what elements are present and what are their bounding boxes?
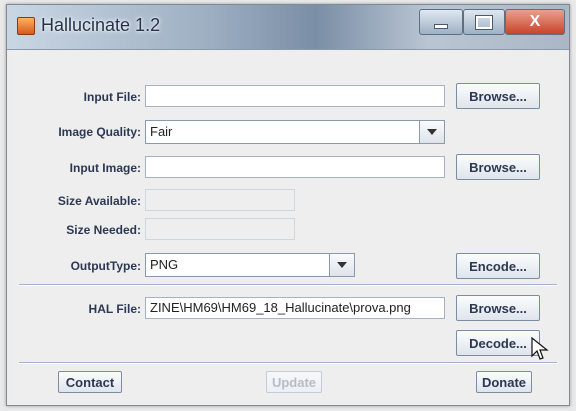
size-available-label: Size Available: xyxy=(57,194,141,208)
main-panel: Input File: Browse... Image Quality: Fai… xyxy=(11,51,565,401)
input-image-field[interactable] xyxy=(145,156,445,178)
image-quality-select[interactable]: Fair xyxy=(145,120,445,144)
input-file-label: Input File: xyxy=(83,90,141,104)
hal-file-label: HAL File: xyxy=(88,302,141,316)
size-needed-label: Size Needed: xyxy=(66,223,141,237)
size-needed-field xyxy=(145,218,295,240)
triangle-down-icon xyxy=(337,262,347,268)
image-quality-label: Image Quality: xyxy=(58,125,141,139)
image-quality-value: Fair xyxy=(150,124,173,139)
decode-button[interactable]: Decode... xyxy=(456,330,540,356)
output-type-value: PNG xyxy=(150,257,179,272)
size-available-field xyxy=(145,189,295,211)
output-type-select[interactable]: PNG xyxy=(145,253,355,277)
input-file-field[interactable] xyxy=(145,85,445,107)
window-title: Hallucinate 1.2 xyxy=(41,15,161,35)
output-type-dropdown-button[interactable] xyxy=(329,254,354,276)
minimize-button[interactable] xyxy=(419,9,463,35)
donate-button[interactable]: Donate xyxy=(476,371,532,393)
separator xyxy=(19,284,557,286)
input-image-browse-button[interactable]: Browse... xyxy=(456,154,540,180)
title-bar[interactable]: Hallucinate 1.2 X xyxy=(7,5,569,50)
encode-button[interactable]: Encode... xyxy=(456,253,540,279)
image-quality-dropdown-button[interactable] xyxy=(419,121,444,143)
app-window: Hallucinate 1.2 X Input File: Browse... … xyxy=(6,4,570,406)
triangle-down-icon xyxy=(427,129,437,135)
mouse-pointer-icon xyxy=(531,337,549,360)
close-icon: X xyxy=(529,13,541,30)
close-button[interactable]: X xyxy=(505,9,565,35)
output-type-label: OutputType: xyxy=(70,259,141,273)
separator xyxy=(19,362,557,364)
input-image-label: Input Image: xyxy=(69,161,141,175)
contact-button[interactable]: Contact xyxy=(58,371,122,393)
hal-file-browse-button[interactable]: Browse... xyxy=(456,295,540,321)
hal-file-field[interactable]: ZINE\HM69\HM69_18_Hallucinate\prova.png xyxy=(145,297,445,319)
update-button: Update xyxy=(266,371,322,393)
minimize-icon xyxy=(434,23,448,29)
maximize-icon xyxy=(475,14,493,30)
java-cup-icon xyxy=(17,17,35,35)
input-file-browse-button[interactable]: Browse... xyxy=(456,83,540,109)
maximize-button[interactable] xyxy=(463,9,505,35)
